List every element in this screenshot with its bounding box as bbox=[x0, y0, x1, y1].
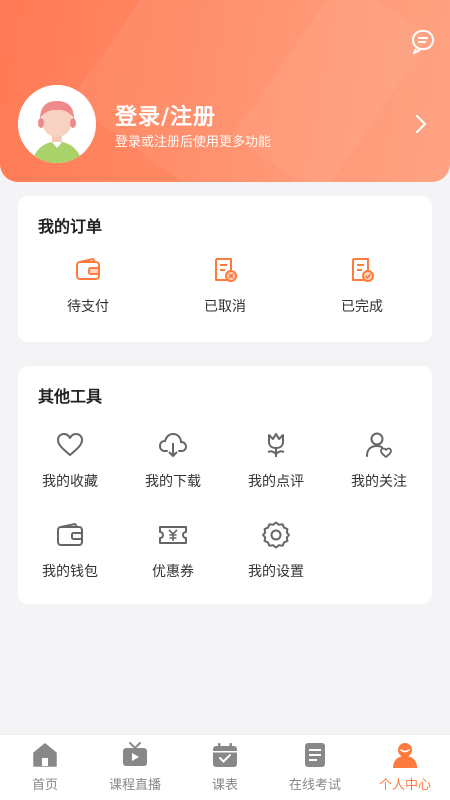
calendar-icon bbox=[213, 743, 237, 767]
chevron-right-icon[interactable] bbox=[412, 113, 430, 135]
tab-home[interactable]: 首页 bbox=[0, 741, 90, 793]
bottom-tab-bar: 首页 课程直播 课表 在线考试 个人中心 bbox=[0, 734, 450, 800]
person-icon bbox=[393, 743, 417, 768]
tool-wallet-label: 我的钱包 bbox=[42, 564, 98, 580]
order-pending-label: 待支付 bbox=[67, 299, 109, 315]
heart-icon bbox=[57, 433, 83, 456]
home-icon bbox=[33, 743, 57, 767]
gear-icon bbox=[262, 521, 290, 549]
login-register-link[interactable]: 登录/注册 bbox=[115, 99, 216, 131]
tool-following-label: 我的关注 bbox=[351, 474, 407, 490]
tab-personal-center-label: 个人中心 bbox=[378, 778, 431, 793]
avatar[interactable] bbox=[18, 85, 96, 163]
tulip-icon bbox=[267, 433, 285, 457]
wallet-icon bbox=[76, 258, 100, 280]
document-cancel-icon bbox=[215, 258, 237, 282]
tool-coupons[interactable]: 优惠券 bbox=[123, 520, 223, 581]
tab-live-courses[interactable]: 课程直播 bbox=[90, 741, 180, 793]
tools-title: 其他工具 bbox=[38, 387, 103, 406]
tab-schedule[interactable]: 课表 bbox=[180, 741, 270, 793]
exam-icon bbox=[305, 743, 325, 767]
order-completed[interactable]: 已完成 bbox=[312, 256, 412, 316]
live-tv-icon bbox=[123, 742, 147, 766]
tool-downloads[interactable]: 我的下载 bbox=[123, 430, 223, 491]
tool-downloads-label: 我的下载 bbox=[145, 474, 201, 490]
tool-reviews-label: 我的点评 bbox=[248, 474, 304, 490]
tab-home-label: 首页 bbox=[31, 778, 58, 793]
order-cancelled[interactable]: 已取消 bbox=[175, 256, 275, 316]
tools-card: 其他工具 我的收藏 我的下载 我的点评 我的关注 我的钱包 优惠券 我的设置 bbox=[18, 366, 432, 604]
login-hint-text: 登录或注册后使用更多功能 bbox=[115, 135, 272, 150]
tab-online-exam[interactable]: 在线考试 bbox=[270, 741, 360, 793]
tool-settings[interactable]: 我的设置 bbox=[226, 520, 326, 581]
wallet-icon bbox=[57, 523, 83, 546]
orders-card: 我的订单 待支付 已取消 已完成 bbox=[18, 196, 432, 342]
tool-coupons-label: 优惠券 bbox=[152, 564, 194, 580]
order-pending-payment[interactable]: 待支付 bbox=[38, 256, 138, 316]
default-avatar-icon bbox=[18, 85, 96, 163]
tab-live-courses-label: 课程直播 bbox=[108, 778, 161, 793]
cloud-download-icon bbox=[158, 432, 188, 457]
tool-settings-label: 我的设置 bbox=[248, 564, 304, 580]
orders-title: 我的订单 bbox=[38, 217, 103, 236]
profile-header: 登录/注册 登录或注册后使用更多功能 bbox=[0, 0, 450, 182]
document-check-icon bbox=[352, 258, 374, 282]
tool-favorites[interactable]: 我的收藏 bbox=[20, 430, 120, 491]
tab-personal-center[interactable]: 个人中心 bbox=[360, 741, 450, 793]
tool-following[interactable]: 我的关注 bbox=[329, 430, 429, 491]
user-heart-icon bbox=[366, 432, 392, 458]
tab-schedule-label: 课表 bbox=[211, 778, 238, 793]
order-cancelled-label: 已取消 bbox=[204, 299, 246, 315]
tool-reviews[interactable]: 我的点评 bbox=[226, 430, 326, 491]
tool-wallet[interactable]: 我的钱包 bbox=[20, 520, 120, 581]
order-completed-label: 已完成 bbox=[341, 299, 383, 315]
tab-online-exam-label: 在线考试 bbox=[288, 778, 341, 793]
coupon-icon bbox=[159, 526, 187, 544]
tool-favorites-label: 我的收藏 bbox=[42, 474, 98, 490]
message-icon[interactable] bbox=[410, 28, 436, 54]
